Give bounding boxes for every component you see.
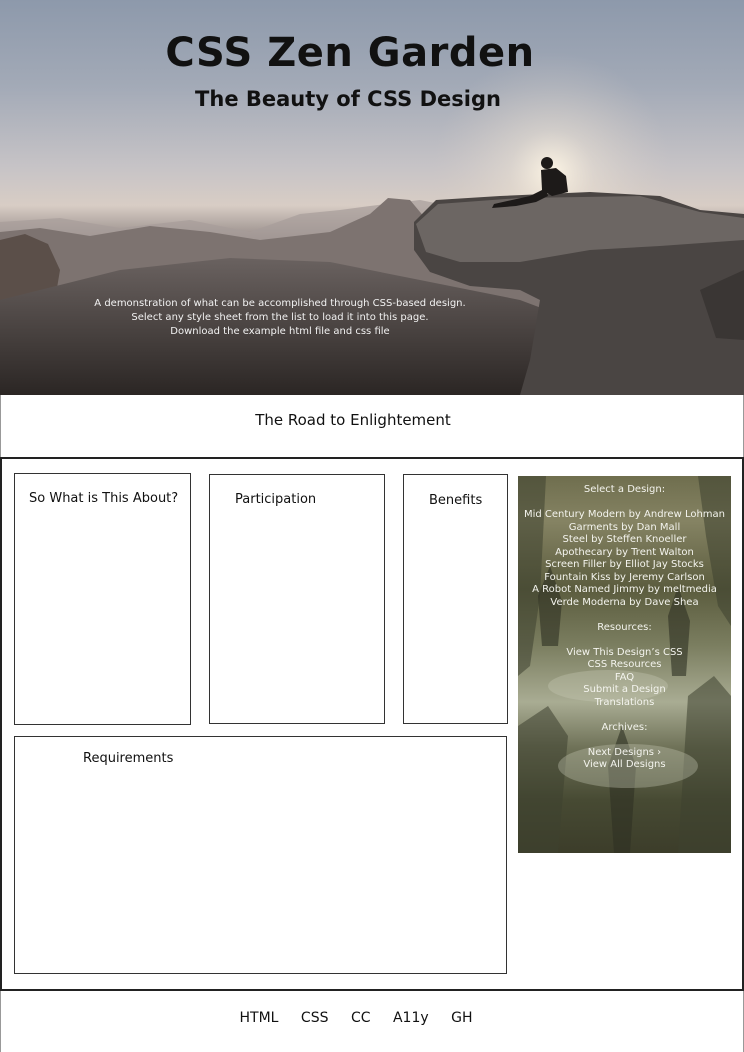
design-item: Garments by Dan Mall — [518, 522, 731, 535]
design-by: by — [591, 534, 604, 545]
view-all-designs-link[interactable]: View All Designs — [583, 759, 665, 770]
design-link[interactable]: Apothecary — [555, 547, 612, 558]
design-by: by — [613, 571, 626, 583]
designer-link[interactable]: Trent Walton — [631, 547, 694, 558]
intro-summary: A demonstration of what can be accomplis… — [60, 297, 500, 339]
designer-link[interactable]: meltmedia — [663, 584, 717, 595]
intro-line-1: A demonstration of what can be accomplis… — [94, 298, 466, 309]
archives-heading: Archives: — [601, 721, 648, 733]
participation-section: Participation — [209, 474, 385, 724]
preamble-heading: The Road to Enlightement — [255, 411, 451, 429]
hero-banner: CSS Zen Garden The Beauty of CSS Design … — [0, 0, 744, 395]
benefits-section: Benefits — [403, 474, 508, 724]
design-selection-sidebar: Select a Design: Mid Century Modern by A… — [518, 476, 731, 853]
design-link[interactable]: Screen Filler — [545, 559, 606, 570]
design-by: by — [621, 521, 634, 533]
preamble-section: The Road to Enlightement — [0, 395, 744, 457]
design-list: Mid Century Modern by Andrew Lohman Garm… — [518, 509, 731, 609]
designer-link[interactable]: Dave Shea — [645, 597, 699, 608]
designer-link[interactable]: Andrew Lohman — [644, 509, 725, 520]
design-item: Mid Century Modern by Andrew Lohman — [518, 509, 731, 522]
archive-item: View All Designs — [518, 759, 731, 772]
design-link[interactable]: Steel — [563, 534, 588, 545]
explanation-section: So What is This About? — [14, 473, 191, 725]
design-item: Fountain Kiss by Jeremy Carlson — [518, 572, 731, 585]
design-link[interactable]: Garments — [569, 522, 618, 533]
resource-item: Submit a Design — [518, 684, 731, 697]
resource-item: FAQ — [518, 672, 731, 685]
footer-link-html[interactable]: HTML — [240, 1010, 279, 1026]
resources-list: View This Design’s CSS CSS Resources FAQ… — [518, 647, 731, 710]
design-link[interactable]: Verde Moderna — [550, 597, 625, 608]
faq-link[interactable]: FAQ — [615, 672, 634, 683]
site-subtitle: The Beauty of CSS Design — [195, 87, 501, 111]
view-css-link[interactable]: View This Design’s CSS — [566, 647, 682, 658]
design-by: by — [629, 596, 642, 608]
sidebar-content: Select a Design: Mid Century Modern by A… — [518, 484, 731, 784]
submit-design-link[interactable]: Submit a Design — [583, 684, 666, 695]
footer-link-gh[interactable]: GH — [451, 1010, 472, 1026]
designer-link[interactable]: Dan Mall — [637, 522, 681, 533]
design-item: Verde Moderna by Dave Shea — [518, 597, 731, 610]
footer-links: HTML CSS CC A11y GH — [1, 1010, 711, 1026]
footer-link-css[interactable]: CSS — [301, 1010, 329, 1026]
participation-heading: Participation — [235, 492, 317, 507]
archive-item: Next Designs › — [518, 747, 731, 760]
select-design-heading: Select a Design: — [583, 484, 666, 495]
design-link[interactable]: Mid Century Modern — [524, 509, 625, 520]
design-item: Screen Filler by Elliot Jay Stocks — [518, 559, 731, 572]
archives-list: Next Designs › View All Designs — [518, 747, 731, 772]
resources-heading: Resources: — [597, 621, 652, 633]
translations-link[interactable]: Translations — [595, 697, 655, 708]
footer: HTML CSS CC A11y GH — [0, 991, 744, 1052]
design-link[interactable]: Fountain Kiss — [544, 572, 610, 583]
design-item: Apothecary by Trent Walton — [518, 547, 731, 560]
design-item: A Robot Named Jimmy by meltmedia — [518, 584, 731, 597]
designer-link[interactable]: Steffen Knoeller — [607, 534, 687, 545]
benefits-heading: Benefits — [429, 493, 483, 508]
resource-item: CSS Resources — [518, 659, 731, 672]
requirements-section: Requirements — [14, 736, 507, 974]
css-resources-link[interactable]: CSS Resources — [588, 659, 662, 670]
resource-item: Translations — [518, 697, 731, 710]
requirements-heading: Requirements — [83, 751, 174, 766]
design-link[interactable]: A Robot Named Jimmy — [532, 584, 644, 595]
main-content-frame: So What is This About? Participation Ben… — [0, 457, 744, 991]
site-title: CSS Zen Garden — [165, 30, 535, 76]
explanation-heading: So What is This About? — [29, 491, 179, 506]
designer-link[interactable]: Jeremy Carlson — [629, 572, 705, 583]
design-by: by — [647, 584, 660, 595]
intro-line-2: Select any style sheet from the list to … — [131, 312, 429, 323]
design-item: Steel by Steffen Knoeller — [518, 534, 731, 547]
design-by: by — [615, 546, 628, 558]
footer-link-cc[interactable]: CC — [351, 1010, 371, 1026]
intro-line-3[interactable]: Download the example html file and css f… — [60, 325, 500, 339]
design-by: by — [628, 509, 641, 520]
designer-link[interactable]: Elliot Jay Stocks — [625, 559, 704, 570]
footer-link-a11y[interactable]: A11y — [393, 1010, 429, 1026]
resource-item: View This Design’s CSS — [518, 647, 731, 660]
next-designs-link[interactable]: Next Designs › — [588, 747, 661, 758]
design-by: by — [609, 559, 622, 570]
